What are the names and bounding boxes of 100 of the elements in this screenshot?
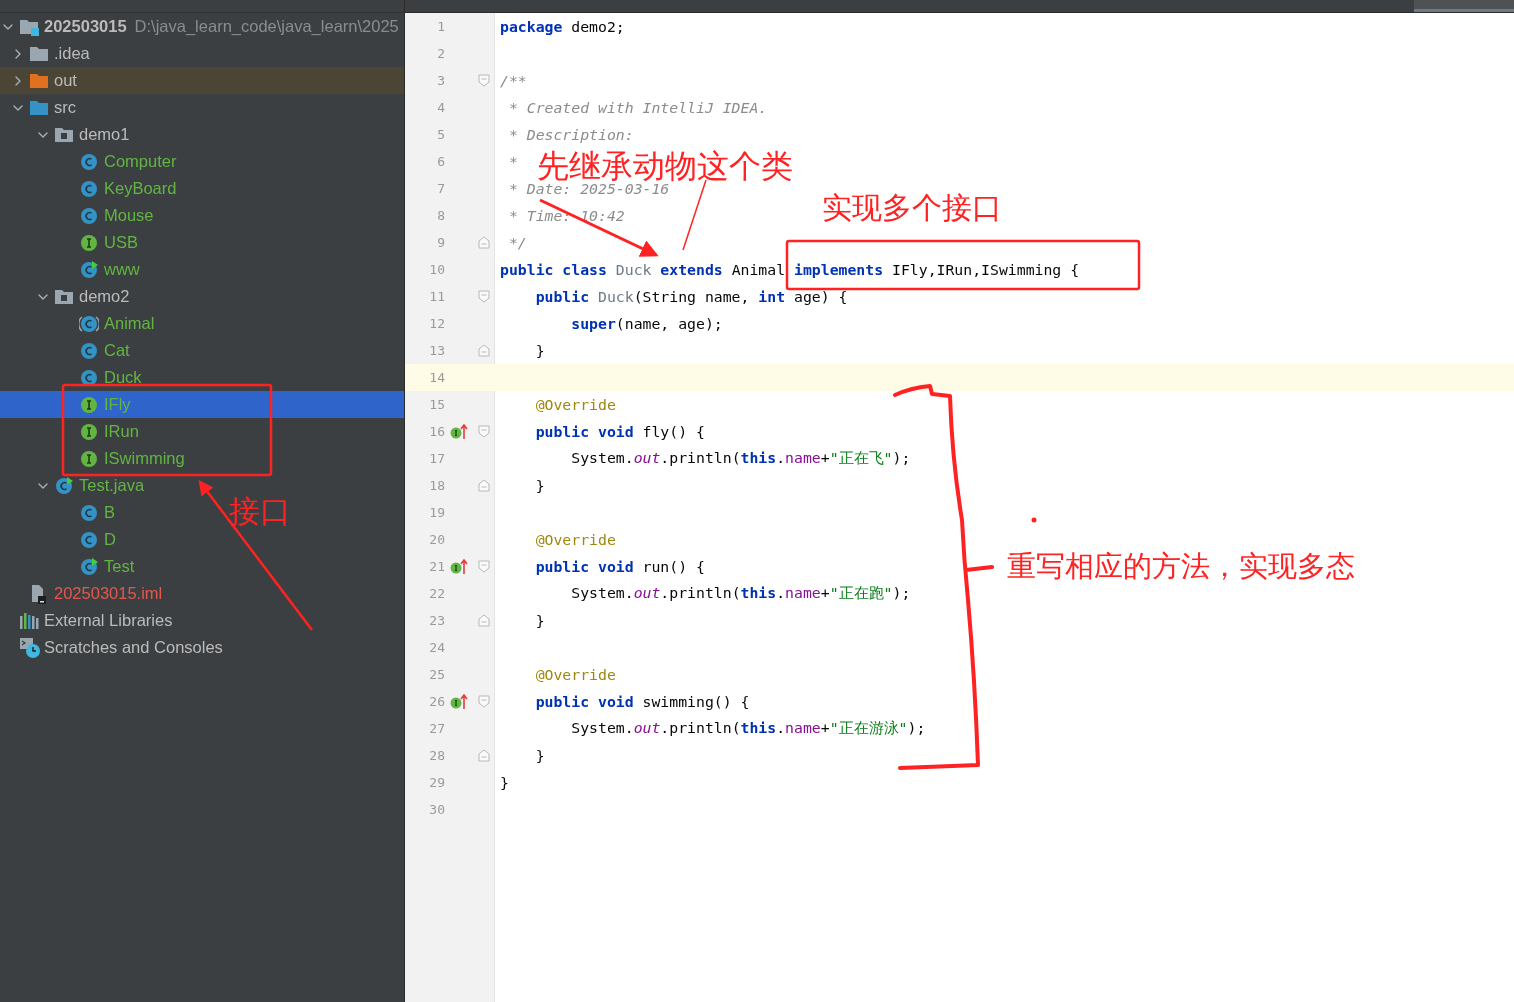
line-number: 9 [436, 235, 445, 250]
tree-item-label[interactable]: Mouse [104, 206, 154, 225]
line-number: 23 [428, 613, 445, 628]
selected-tree-row[interactable]: IFly [0, 391, 404, 418]
code-line: super(name, age); [570, 315, 723, 332]
tree-item-label[interactable]: demo1 [79, 125, 130, 144]
module-folder-icon [19, 17, 39, 36]
package-icon [54, 125, 74, 144]
code-line: public class Duck extends Animal implements IFly,IRun,ISwimming { [500, 261, 1080, 278]
tree-item-label[interactable]: IRun [104, 422, 139, 441]
code-line: package demo2; [500, 18, 625, 35]
tree-item-label[interactable]: External Libraries [44, 611, 173, 630]
tree-item-label[interactable]: D [104, 530, 116, 549]
tree-item-label[interactable]: Duck [104, 368, 142, 387]
code-line: */ [507, 234, 527, 251]
tree-item-label[interactable]: 202503015 [44, 17, 127, 36]
folder-icon [29, 98, 49, 117]
tree-item-label[interactable]: 202503015.iml [54, 584, 163, 603]
line-number: 17 [428, 451, 445, 466]
package-icon [54, 287, 74, 306]
fold-icon[interactable] [477, 560, 490, 573]
interface-icon [79, 232, 99, 253]
code-line: } [534, 477, 545, 494]
class-icon [79, 151, 99, 172]
line-number: 26 [428, 694, 445, 709]
interface-icon [79, 394, 99, 415]
tree-item-label[interactable]: Animal [104, 314, 155, 333]
implements-icon[interactable] [450, 423, 468, 440]
line-number: 1 [436, 19, 445, 34]
runnable-class-icon [79, 259, 99, 280]
tree-item-label[interactable]: Computer [104, 152, 177, 171]
runnable-class-icon [79, 556, 99, 577]
implements-icon[interactable] [450, 693, 468, 710]
line-number: 3 [436, 73, 445, 88]
line-number: 8 [436, 208, 445, 223]
file-icon [29, 583, 47, 604]
line-number: 29 [428, 775, 445, 790]
line-number: 7 [436, 181, 445, 196]
fold-icon[interactable] [477, 695, 490, 708]
tree-item-label[interactable]: KeyBoard [104, 179, 177, 198]
class-icon [79, 502, 99, 523]
tree-item-label[interactable]: B [104, 503, 115, 522]
library-icon [19, 611, 39, 630]
tree-item-label[interactable]: USB [104, 233, 138, 252]
tree-item-label[interactable]: www [104, 260, 140, 279]
line-number: 4 [436, 100, 445, 115]
tree-item-label[interactable]: Test.java [79, 476, 145, 495]
line-number: 19 [428, 505, 445, 520]
code-line: System.out.println(this.name+"正在飞"); [570, 449, 911, 468]
line-number: 18 [428, 478, 445, 493]
code-line: } [534, 612, 545, 629]
annotation-label: 先继承动物这个类 [537, 150, 793, 182]
tree-item-label[interactable]: demo2 [79, 287, 130, 306]
code-line: * Created with IntelliJ IDEA. [507, 99, 768, 116]
tree-item-label[interactable]: IFly [104, 395, 131, 414]
code-line: * Time: 10:42 [507, 207, 625, 224]
code-line: } [534, 747, 545, 764]
annotation-label: 重写相应的方法，实现多态 [1007, 552, 1355, 581]
code-line: * Description: [507, 126, 634, 143]
code-line: @Override [534, 531, 616, 548]
code-line: public void fly() { [534, 423, 705, 440]
line-number: 25 [428, 667, 445, 682]
fold-icon[interactable] [477, 236, 490, 249]
line-number: 16 [428, 424, 445, 439]
code-line: public Duck(String name, int age) { [534, 288, 848, 305]
line-number: 12 [428, 316, 445, 331]
fold-icon[interactable] [477, 290, 490, 303]
implements-icon[interactable] [450, 558, 468, 575]
code-line: public void swimming() { [534, 693, 750, 710]
class-icon [79, 340, 99, 361]
tree-item-label[interactable]: Test [104, 557, 135, 576]
fold-icon[interactable] [477, 749, 490, 762]
fold-icon[interactable] [477, 614, 490, 627]
line-number: 24 [428, 640, 445, 655]
scratches-icon [19, 636, 41, 659]
interface-icon [79, 448, 99, 469]
fold-icon[interactable] [477, 74, 490, 87]
class-icon [79, 178, 99, 199]
interface-icon [79, 421, 99, 442]
fold-icon[interactable] [477, 479, 490, 492]
code-line: * Date: 2025-03-16 [507, 180, 670, 197]
tree-item-label[interactable]: .idea [54, 44, 90, 63]
tree-item-label[interactable]: Scratches and Consoles [44, 638, 223, 657]
tree-item-label[interactable]: out [54, 71, 77, 90]
editor-tab[interactable] [1414, 0, 1514, 12]
code-line: @Override [534, 396, 616, 413]
abstract-class-icon [79, 313, 99, 334]
line-number: 14 [428, 370, 445, 385]
annotation-label: 接口 [229, 496, 291, 527]
fold-icon[interactable] [477, 425, 490, 438]
code-line: System.out.println(this.name+"正在跑"); [570, 584, 911, 603]
fold-icon[interactable] [477, 344, 490, 357]
tree-item-label[interactable]: ISwimming [104, 449, 185, 468]
line-number: 27 [428, 721, 445, 736]
code-line: } [500, 774, 509, 791]
tree-item-label[interactable]: Cat [104, 341, 130, 360]
tree-item-label[interactable]: src [54, 98, 76, 117]
code-line: * [507, 153, 518, 170]
annotation-label: 实现多个接口 [822, 193, 1002, 223]
line-number: 6 [436, 154, 445, 169]
